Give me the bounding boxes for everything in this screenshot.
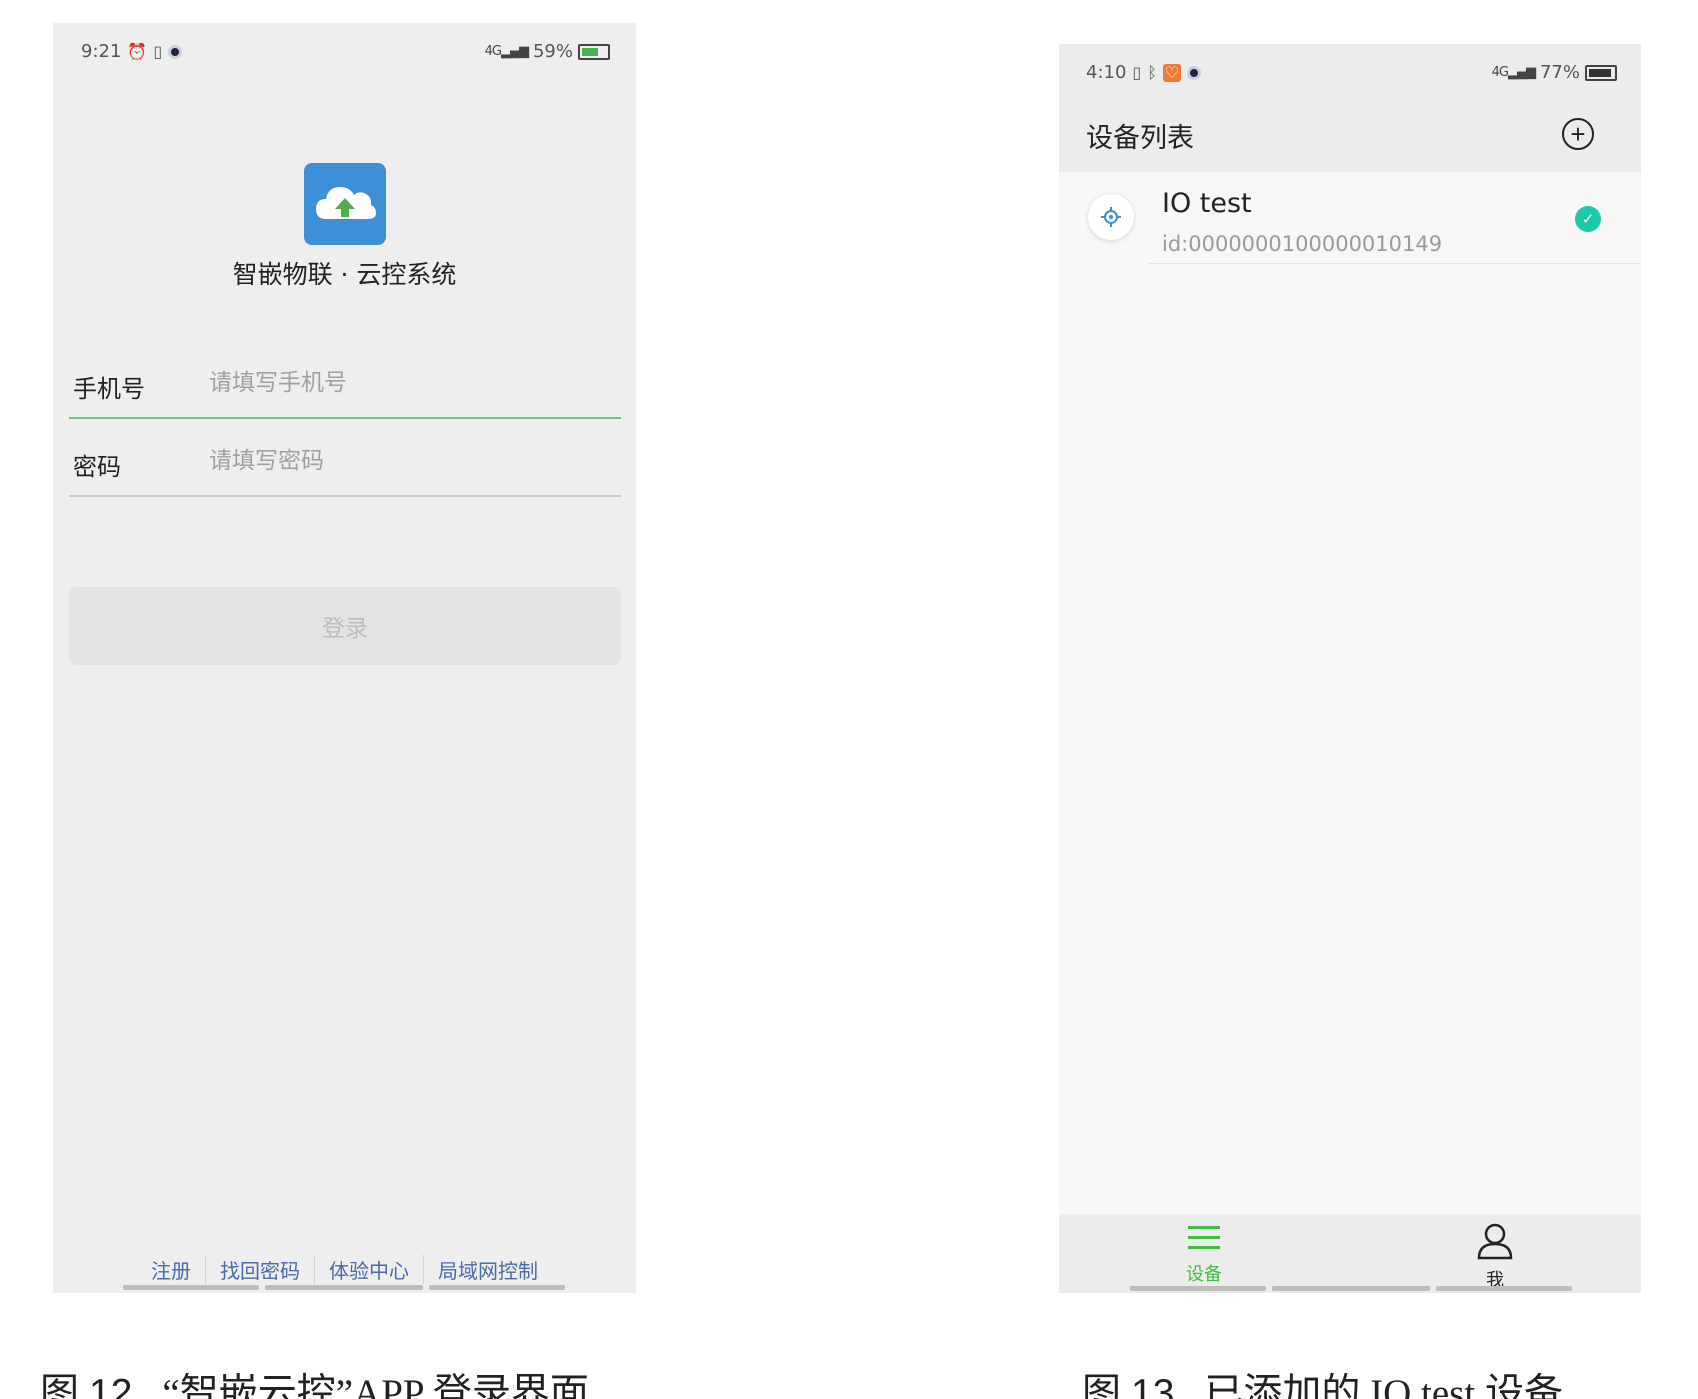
nav-recent-bar[interactable]	[1436, 1286, 1572, 1291]
nav-recent-bar[interactable]	[429, 1285, 565, 1290]
app-logo	[304, 163, 386, 245]
status-time: 4:10	[1086, 62, 1127, 83]
bottom-links: 注册 找回密码 体验中心 局域网控制	[53, 1255, 636, 1284]
tab-devices[interactable]: 设备	[1164, 1222, 1244, 1286]
device-name: IO test	[1162, 188, 1252, 219]
battery-percent: 59%	[532, 41, 573, 62]
app-title: 智嵌物联 · 云控系统	[232, 260, 457, 289]
battery-percent: 77%	[1539, 62, 1580, 83]
lan-control-link[interactable]: 局域网控制	[424, 1255, 552, 1284]
signal-icon: 4G▂▄▆	[1491, 65, 1536, 80]
user-icon	[1477, 1223, 1513, 1260]
password-field: 密码	[69, 427, 621, 497]
add-device-button[interactable]: +	[1562, 118, 1594, 150]
list-item[interactable]: IO test id:0000000100000010149 ✓	[1059, 172, 1641, 264]
navigation-bar	[123, 1285, 565, 1290]
menu-icon	[1188, 1226, 1220, 1249]
phone-field: 手机号	[69, 349, 621, 419]
page-title: 设备列表	[1086, 123, 1194, 154]
nav-back-bar[interactable]	[1130, 1286, 1266, 1291]
phone-input[interactable]	[209, 363, 609, 403]
register-link[interactable]: 注册	[137, 1255, 206, 1284]
nav-back-bar[interactable]	[123, 1285, 259, 1290]
battery-icon	[578, 43, 610, 60]
device-list-screen: 4:10 ▯ ᛒ ♡ 4G▂▄▆ 77% 设备列表 + IO test id:0…	[1059, 44, 1641, 1293]
nav-home-bar[interactable]	[265, 1285, 423, 1290]
signal-icon: 4G▂▄▆	[484, 44, 529, 59]
nav-home-bar[interactable]	[1272, 1286, 1430, 1291]
alarm-icon: ⏰	[127, 41, 148, 61]
navigation-bar	[1130, 1286, 1572, 1291]
recover-password-link[interactable]: 找回密码	[206, 1255, 315, 1284]
vibrate-icon: ▯	[1132, 62, 1142, 82]
app-notification-icon	[1187, 65, 1202, 80]
password-label: 密码	[73, 453, 121, 481]
status-bar: 9:21 ⏰ ▯ 4G▂▄▆ 59%	[53, 23, 636, 83]
target-icon	[1101, 207, 1121, 227]
bluetooth-icon: ᛒ	[1147, 62, 1157, 82]
status-bar: 4:10 ▯ ᛒ ♡ 4G▂▄▆ 77%	[1059, 44, 1641, 104]
app-notification-icon	[168, 44, 183, 59]
tab-bar: 设备 我	[1059, 1214, 1641, 1293]
password-input[interactable]	[209, 441, 609, 481]
phone-label: 手机号	[73, 375, 145, 403]
login-button[interactable]: 登录	[69, 587, 621, 665]
cloud-upload-icon	[316, 187, 376, 219]
status-time: 9:21	[81, 41, 122, 62]
battery-icon	[1585, 64, 1617, 81]
figure-canvas: 9:21 ⏰ ▯ 4G▂▄▆ 59% 智嵌物联 · 云控系统 手机号 密码	[0, 0, 1698, 1399]
tab-devices-label: 设备	[1186, 1264, 1222, 1285]
figure-12-caption: 图 12 “智嵌云控”APP 登录界面	[40, 1372, 589, 1399]
online-check-icon: ✓	[1575, 206, 1601, 232]
vibrate-icon: ▯	[153, 41, 163, 61]
figure-13-caption: 图 13 已添加的 IO test 设备	[1082, 1372, 1563, 1399]
health-app-icon: ♡	[1162, 62, 1182, 82]
device-id: id:0000000100000010149	[1162, 232, 1443, 256]
login-screen: 9:21 ⏰ ▯ 4G▂▄▆ 59% 智嵌物联 · 云控系统 手机号 密码	[53, 23, 636, 1293]
row-divider	[1149, 263, 1641, 264]
plus-icon: +	[1570, 119, 1586, 149]
tab-me[interactable]: 我	[1455, 1222, 1535, 1292]
app-header: 设备列表 +	[1059, 96, 1641, 172]
device-icon	[1088, 194, 1134, 240]
demo-center-link[interactable]: 体验中心	[315, 1255, 424, 1284]
